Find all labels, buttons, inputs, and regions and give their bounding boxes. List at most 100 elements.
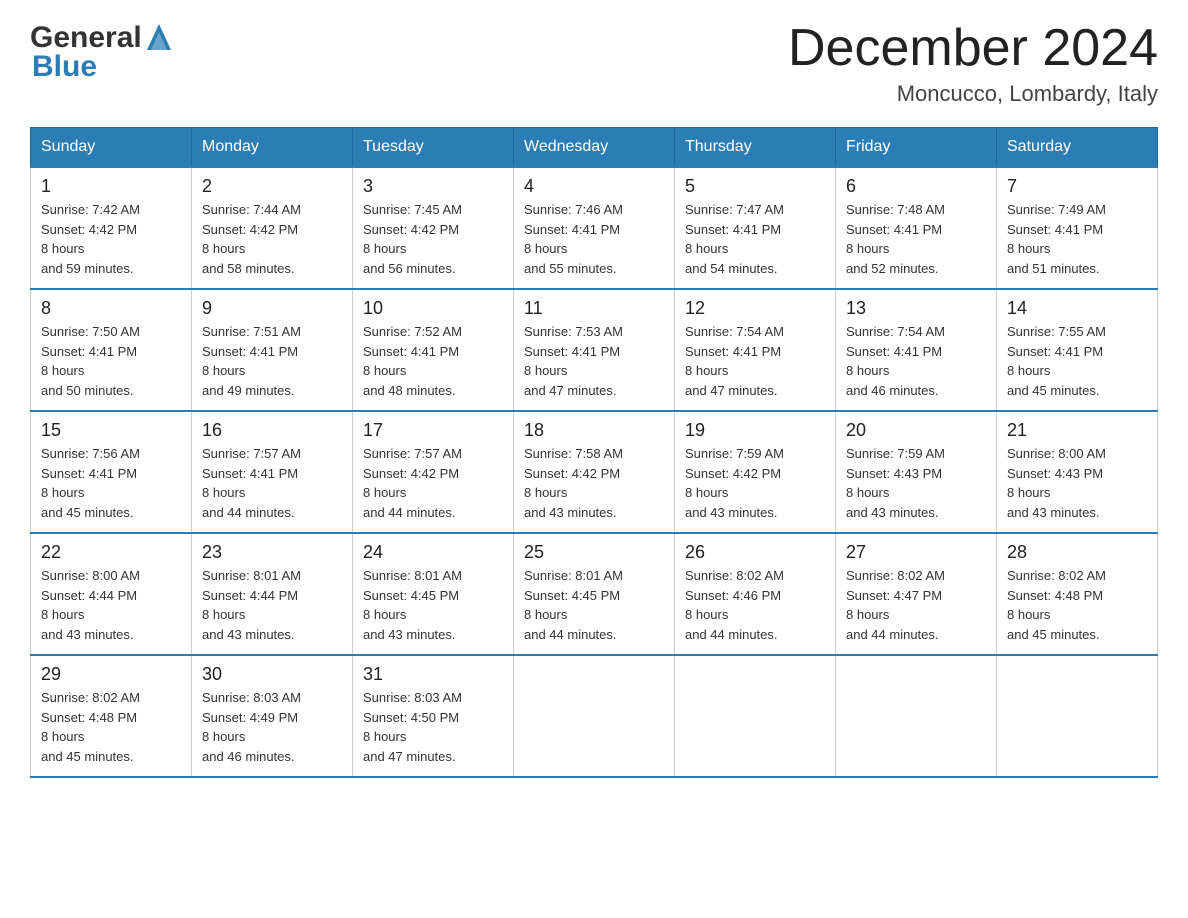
day-number: 12: [685, 298, 825, 319]
day-info: Sunrise: 7:42 AMSunset: 4:42 PM8 hoursan…: [41, 200, 181, 278]
day-info: Sunrise: 7:48 AMSunset: 4:41 PM8 hoursan…: [846, 200, 986, 278]
calendar-cell: 24Sunrise: 8:01 AMSunset: 4:45 PM8 hours…: [353, 533, 514, 655]
day-info: Sunrise: 7:52 AMSunset: 4:41 PM8 hoursan…: [363, 322, 503, 400]
day-number: 27: [846, 542, 986, 563]
calendar-cell: 4 Sunrise: 7:46 AMSunset: 4:41 PM8 hoursa…: [514, 167, 675, 289]
calendar-cell: 9 Sunrise: 7:51 AMSunset: 4:41 PM8 hoursa…: [192, 289, 353, 411]
calendar-cell: 23Sunrise: 8:01 AMSunset: 4:44 PM8 hours…: [192, 533, 353, 655]
calendar-cell: 14Sunrise: 7:55 AMSunset: 4:41 PM8 hours…: [997, 289, 1158, 411]
day-number: 31: [363, 664, 503, 685]
day-number: 9: [202, 298, 342, 319]
day-number: 4: [524, 176, 664, 197]
calendar-week-row: 1 Sunrise: 7:42 AMSunset: 4:42 PM8 hoursa…: [31, 167, 1158, 289]
calendar-cell: 25 Sunrise: 8:01 AMSunset: 4:45 PM8 hours…: [514, 533, 675, 655]
calendar-subtitle: Moncucco, Lombardy, Italy: [788, 81, 1158, 107]
calendar-cell: 6 Sunrise: 7:48 AMSunset: 4:41 PM8 hoursa…: [836, 167, 997, 289]
day-info: Sunrise: 7:47 AMSunset: 4:41 PM8 hoursan…: [685, 200, 825, 278]
calendar-cell: 5 Sunrise: 7:47 AMSunset: 4:41 PM8 hoursa…: [675, 167, 836, 289]
calendar-cell: 16 Sunrise: 7:57 AMSunset: 4:41 PM8 hours…: [192, 411, 353, 533]
header-thursday: Thursday: [675, 128, 836, 168]
day-info: Sunrise: 8:03 AMSunset: 4:49 PM8 hoursan…: [202, 688, 342, 766]
calendar-cell: 3Sunrise: 7:45 AMSunset: 4:42 PM8 hoursa…: [353, 167, 514, 289]
day-number: 22: [41, 542, 181, 563]
calendar-header-row: SundayMondayTuesdayWednesdayThursdayFrid…: [31, 128, 1158, 168]
calendar-cell: [675, 655, 836, 777]
calendar-cell: 10 Sunrise: 7:52 AMSunset: 4:41 PM8 hours…: [353, 289, 514, 411]
day-info: Sunrise: 7:53 AMSunset: 4:41 PM8 hoursan…: [524, 322, 664, 400]
day-number: 16: [202, 420, 342, 441]
calendar-week-row: 29 Sunrise: 8:02 AMSunset: 4:48 PM8 hours…: [31, 655, 1158, 777]
day-info: Sunrise: 7:50 AMSunset: 4:41 PM8 hoursan…: [41, 322, 181, 400]
day-number: 15: [41, 420, 181, 441]
day-info: Sunrise: 8:01 AMSunset: 4:45 PM8 hoursan…: [524, 566, 664, 644]
calendar-cell: 19Sunrise: 7:59 AMSunset: 4:42 PM8 hours…: [675, 411, 836, 533]
calendar-cell: 30 Sunrise: 8:03 AMSunset: 4:49 PM8 hours…: [192, 655, 353, 777]
calendar-week-row: 8Sunrise: 7:50 AMSunset: 4:41 PM8 hoursa…: [31, 289, 1158, 411]
calendar-cell: 21 Sunrise: 8:00 AMSunset: 4:43 PM8 hours…: [997, 411, 1158, 533]
day-number: 26: [685, 542, 825, 563]
calendar-cell: 1 Sunrise: 7:42 AMSunset: 4:42 PM8 hoursa…: [31, 167, 192, 289]
page-header: General Blue December 2024 Moncucco, Lom…: [30, 20, 1158, 107]
day-number: 28: [1007, 542, 1147, 563]
day-info: Sunrise: 7:46 AMSunset: 4:41 PM8 hoursan…: [524, 200, 664, 278]
day-number: 24: [363, 542, 503, 563]
day-number: 5: [685, 176, 825, 197]
day-number: 1: [41, 176, 181, 197]
logo: General Blue: [30, 20, 176, 84]
day-info: Sunrise: 8:02 AMSunset: 4:48 PM8 hoursan…: [1007, 566, 1147, 644]
day-number: 2: [202, 176, 342, 197]
calendar-cell: [836, 655, 997, 777]
day-info: Sunrise: 8:00 AMSunset: 4:43 PM8 hoursan…: [1007, 444, 1147, 522]
header-wednesday: Wednesday: [514, 128, 675, 168]
calendar-cell: 15 Sunrise: 7:56 AMSunset: 4:41 PM8 hours…: [31, 411, 192, 533]
calendar-cell: 13Sunrise: 7:54 AMSunset: 4:41 PM8 hours…: [836, 289, 997, 411]
day-info: Sunrise: 7:56 AMSunset: 4:41 PM8 hoursan…: [41, 444, 181, 522]
day-info: Sunrise: 7:51 AMSunset: 4:41 PM8 hoursan…: [202, 322, 342, 400]
day-info: Sunrise: 7:54 AMSunset: 4:41 PM8 hoursan…: [685, 322, 825, 400]
header-monday: Monday: [192, 128, 353, 168]
day-info: Sunrise: 8:02 AMSunset: 4:48 PM8 hoursan…: [41, 688, 181, 766]
calendar-cell: 26Sunrise: 8:02 AMSunset: 4:46 PM8 hours…: [675, 533, 836, 655]
day-number: 29: [41, 664, 181, 685]
header-sunday: Sunday: [31, 128, 192, 168]
calendar-cell: 7Sunrise: 7:49 AMSunset: 4:41 PM8 hoursa…: [997, 167, 1158, 289]
day-info: Sunrise: 7:55 AMSunset: 4:41 PM8 hoursan…: [1007, 322, 1147, 400]
day-info: Sunrise: 7:57 AMSunset: 4:42 PM8 hoursan…: [363, 444, 503, 522]
day-number: 11: [524, 298, 664, 319]
calendar-cell: [997, 655, 1158, 777]
day-number: 25: [524, 542, 664, 563]
day-number: 10: [363, 298, 503, 319]
calendar-cell: 20 Sunrise: 7:59 AMSunset: 4:43 PM8 hours…: [836, 411, 997, 533]
calendar-cell: 18 Sunrise: 7:58 AMSunset: 4:42 PM8 hours…: [514, 411, 675, 533]
day-number: 20: [846, 420, 986, 441]
day-number: 3: [363, 176, 503, 197]
day-number: 18: [524, 420, 664, 441]
calendar-cell: 2 Sunrise: 7:44 AMSunset: 4:42 PM8 hoursa…: [192, 167, 353, 289]
day-info: Sunrise: 7:57 AMSunset: 4:41 PM8 hoursan…: [202, 444, 342, 522]
day-number: 13: [846, 298, 986, 319]
day-info: Sunrise: 7:59 AMSunset: 4:42 PM8 hoursan…: [685, 444, 825, 522]
calendar-week-row: 22Sunrise: 8:00 AMSunset: 4:44 PM8 hours…: [31, 533, 1158, 655]
calendar-cell: 27 Sunrise: 8:02 AMSunset: 4:47 PM8 hours…: [836, 533, 997, 655]
calendar-cell: 12 Sunrise: 7:54 AMSunset: 4:41 PM8 hours…: [675, 289, 836, 411]
day-number: 30: [202, 664, 342, 685]
calendar-cell: 17Sunrise: 7:57 AMSunset: 4:42 PM8 hours…: [353, 411, 514, 533]
day-info: Sunrise: 8:02 AMSunset: 4:47 PM8 hoursan…: [846, 566, 986, 644]
logo-blue-text: Blue: [32, 50, 97, 83]
day-number: 23: [202, 542, 342, 563]
title-block: December 2024 Moncucco, Lombardy, Italy: [788, 20, 1158, 107]
day-info: Sunrise: 7:58 AMSunset: 4:42 PM8 hoursan…: [524, 444, 664, 522]
day-number: 6: [846, 176, 986, 197]
header-friday: Friday: [836, 128, 997, 168]
header-saturday: Saturday: [997, 128, 1158, 168]
calendar-cell: 22Sunrise: 8:00 AMSunset: 4:44 PM8 hours…: [31, 533, 192, 655]
calendar-cell: [514, 655, 675, 777]
day-info: Sunrise: 8:03 AMSunset: 4:50 PM8 hoursan…: [363, 688, 503, 766]
calendar-week-row: 15 Sunrise: 7:56 AMSunset: 4:41 PM8 hours…: [31, 411, 1158, 533]
day-number: 21: [1007, 420, 1147, 441]
day-info: Sunrise: 7:59 AMSunset: 4:43 PM8 hoursan…: [846, 444, 986, 522]
day-info: Sunrise: 7:44 AMSunset: 4:42 PM8 hoursan…: [202, 200, 342, 278]
calendar-cell: 31 Sunrise: 8:03 AMSunset: 4:50 PM8 hours…: [353, 655, 514, 777]
calendar-title: December 2024: [788, 20, 1158, 77]
calendar-cell: 28 Sunrise: 8:02 AMSunset: 4:48 PM8 hours…: [997, 533, 1158, 655]
